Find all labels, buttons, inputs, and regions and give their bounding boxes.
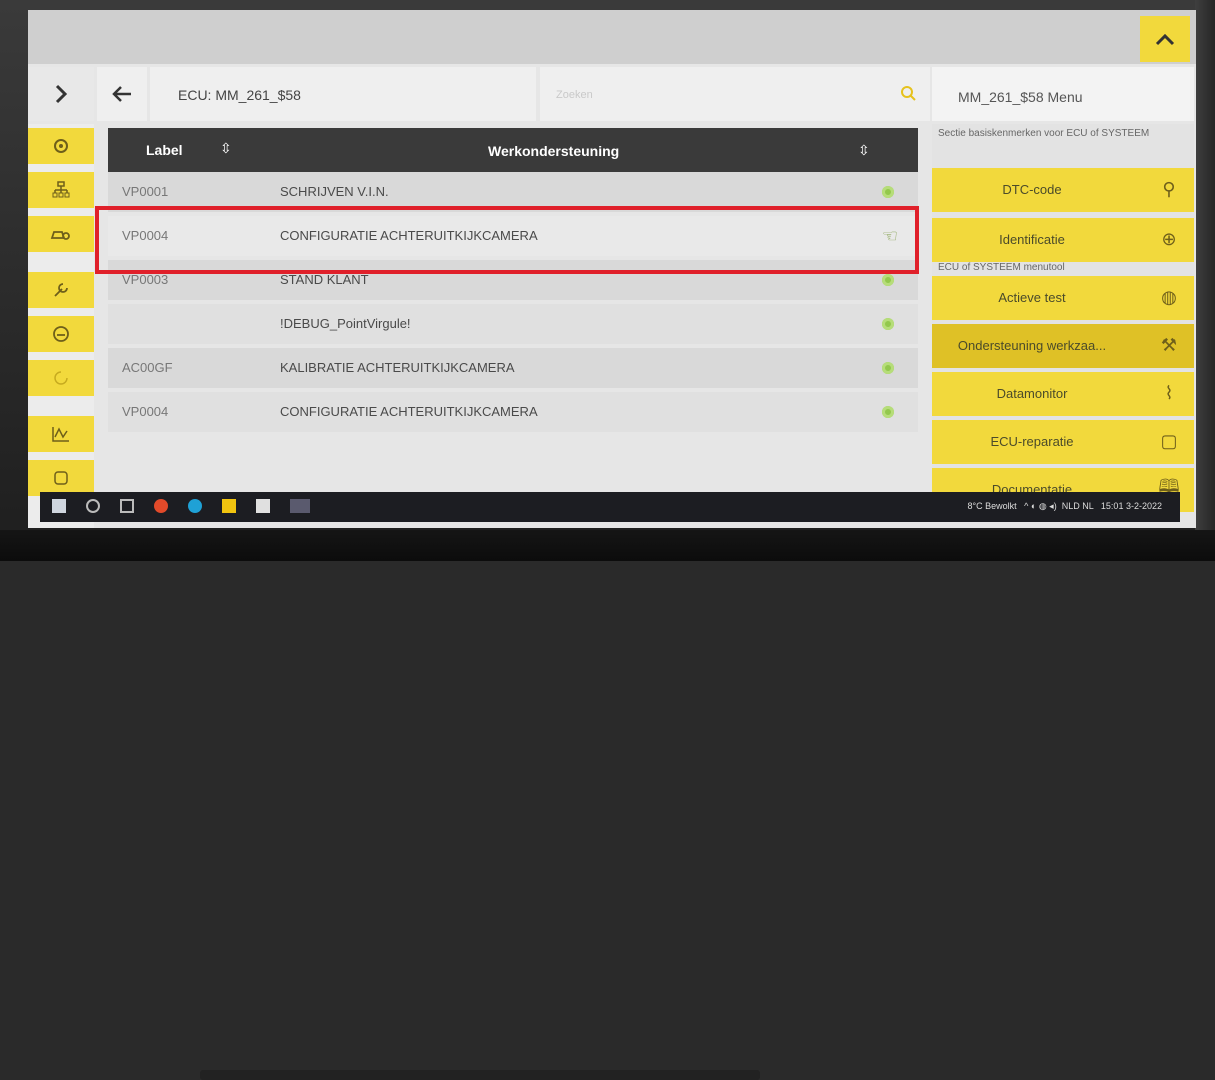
square-button[interactable] bbox=[28, 460, 94, 496]
status-dot bbox=[882, 186, 894, 198]
car-icon bbox=[53, 326, 69, 342]
menu-item-label: Actieve test bbox=[998, 290, 1066, 305]
row-task: CONFIGURATIE ACHTERUITKIJKCAMERA bbox=[280, 404, 538, 419]
windows-taskbar: 8°C Bewolkt ^ ◐ ◍ ◂) NLD NL 15:01 3-2-20… bbox=[40, 492, 1180, 522]
weather-text: 8°C Bewolkt bbox=[967, 501, 1017, 511]
red-highlight-frame bbox=[95, 206, 919, 274]
status-dot bbox=[882, 274, 894, 286]
menu-item-identificatie[interactable]: Identificatie ⊕ bbox=[932, 218, 1194, 262]
menu-title: MM_261_$58 Menu bbox=[958, 89, 1083, 105]
task-view-icon[interactable] bbox=[120, 499, 134, 513]
refresh-icon bbox=[54, 371, 68, 385]
network-button[interactable] bbox=[28, 172, 94, 208]
section-title: ECU of SYSTEEM menutool bbox=[938, 262, 1065, 273]
settings-button[interactable] bbox=[28, 128, 94, 164]
search-placeholder: Zoeken bbox=[556, 89, 593, 101]
car-search-icon bbox=[50, 231, 70, 240]
column-header-label[interactable]: Label bbox=[146, 142, 183, 158]
refresh-button[interactable] bbox=[28, 360, 94, 396]
column-header-work[interactable]: Werkondersteuning bbox=[488, 143, 619, 159]
file-explorer-icon[interactable] bbox=[222, 499, 236, 513]
menu-item-dtc-code[interactable]: DTC-code ⚲ bbox=[932, 168, 1194, 212]
search-icon[interactable] bbox=[900, 85, 916, 101]
table-row[interactable]: AC00GF KALIBRATIE ACHTERUITKIJKCAMERA bbox=[108, 348, 918, 388]
gamepad-icon: ◍ bbox=[1161, 286, 1177, 307]
status-dot bbox=[882, 318, 894, 330]
menu-item-label: Ondersteuning werkzaa... bbox=[957, 338, 1107, 353]
search-field[interactable]: Zoeken bbox=[540, 67, 930, 121]
menu-item-label: Identificatie bbox=[999, 232, 1065, 247]
tools-button[interactable] bbox=[28, 272, 94, 308]
wrench-icon bbox=[54, 283, 68, 297]
graph-icon: ⌇ bbox=[1164, 382, 1174, 403]
table-header: Label ⇳ Werkondersteuning ⇳ bbox=[108, 128, 918, 172]
app-icon[interactable] bbox=[290, 499, 310, 513]
square-icon bbox=[54, 471, 68, 485]
language-label: NLD bbox=[1061, 501, 1080, 511]
chevron-right-icon bbox=[55, 84, 68, 104]
clock-date: 3-2-2022 bbox=[1125, 501, 1162, 511]
row-task: STAND KLANT bbox=[280, 272, 369, 287]
menu-title-box: MM_261_$58 Menu bbox=[932, 67, 1194, 121]
status-dot bbox=[882, 362, 894, 374]
menu-item-label: ECU-reparatie bbox=[990, 434, 1074, 449]
background-object bbox=[1195, 0, 1215, 561]
diagnosis-button[interactable] bbox=[28, 216, 94, 252]
status-dot bbox=[882, 406, 894, 418]
chrome-icon[interactable] bbox=[154, 499, 168, 513]
square-icon: ▢ bbox=[1160, 430, 1178, 451]
menu-item-ondersteuning[interactable]: Ondersteuning werkzaa... ⚒ bbox=[932, 324, 1194, 368]
bezel-slot bbox=[200, 1070, 760, 1080]
menu-item-label: Datamonitor bbox=[996, 386, 1068, 401]
right-menu: Sectie basiskenmerken voor ECU of SYSTEE… bbox=[932, 124, 1194, 512]
search-icon[interactable] bbox=[86, 499, 100, 513]
table-row[interactable]: VP0004 CONFIGURATIE ACHTERUITKIJKCAMERA bbox=[108, 392, 918, 432]
vehicle-button[interactable] bbox=[28, 316, 94, 352]
system-tray[interactable]: 8°C Bewolkt ^ ◐ ◍ ◂) NLD NL 15:01 3-2-20… bbox=[968, 501, 1162, 512]
menu-item-datamonitor[interactable]: Datamonitor ⌇ bbox=[932, 372, 1194, 416]
network-icon bbox=[52, 181, 70, 198]
clock-time: 15:01 bbox=[1100, 501, 1124, 511]
row-label: VP0003 bbox=[122, 272, 169, 287]
row-label: VP0001 bbox=[122, 184, 169, 199]
row-task: KALIBRATIE ACHTERUITKIJKCAMERA bbox=[280, 360, 515, 375]
graph-icon bbox=[52, 427, 69, 442]
section-title: Sectie basiskenmerken voor ECU of SYSTEE… bbox=[938, 128, 1150, 139]
document-icon[interactable] bbox=[256, 499, 270, 513]
row-label: VP0004 bbox=[122, 404, 169, 419]
arrow-left-icon bbox=[112, 86, 131, 102]
edge-icon[interactable] bbox=[188, 499, 202, 513]
gear-icon bbox=[54, 139, 68, 153]
ecu-title: ECU: MM_261_$58 bbox=[178, 87, 301, 103]
zoom-in-icon: ⊕ bbox=[1161, 228, 1177, 249]
collapse-button[interactable] bbox=[1140, 16, 1190, 62]
row-task: SCHRIJVEN V.I.N. bbox=[280, 184, 389, 199]
menu-item-actieve-test[interactable]: Actieve test ◍ bbox=[932, 276, 1194, 320]
sort-icon[interactable]: ⇳ bbox=[858, 142, 870, 159]
top-bar bbox=[28, 10, 1196, 64]
row-task: !DEBUG_PointVirgule! bbox=[280, 316, 411, 331]
car-search-icon: ⚲ bbox=[1162, 178, 1176, 199]
wrench-icon: ⚒ bbox=[1160, 334, 1178, 355]
menu-item-ecu-reparatie[interactable]: ECU-reparatie ▢ bbox=[932, 420, 1194, 464]
menu-item-label: DTC-code bbox=[1002, 182, 1062, 197]
windows-start-icon[interactable] bbox=[52, 499, 66, 513]
left-sidebar bbox=[28, 124, 94, 528]
row-label: AC00GF bbox=[122, 360, 173, 375]
ecu-title-box: ECU: MM_261_$58 bbox=[150, 67, 536, 121]
sort-icon[interactable]: ⇳ bbox=[220, 140, 232, 157]
back-button[interactable] bbox=[97, 67, 147, 121]
monitor-bezel bbox=[0, 530, 1215, 1080]
expand-sidebar-button[interactable] bbox=[28, 67, 94, 121]
table-row[interactable]: !DEBUG_PointVirgule! bbox=[108, 304, 918, 344]
chevron-up-icon bbox=[1155, 33, 1175, 46]
language-sub-label: NL bbox=[1082, 501, 1094, 511]
graph-button[interactable] bbox=[28, 416, 94, 452]
